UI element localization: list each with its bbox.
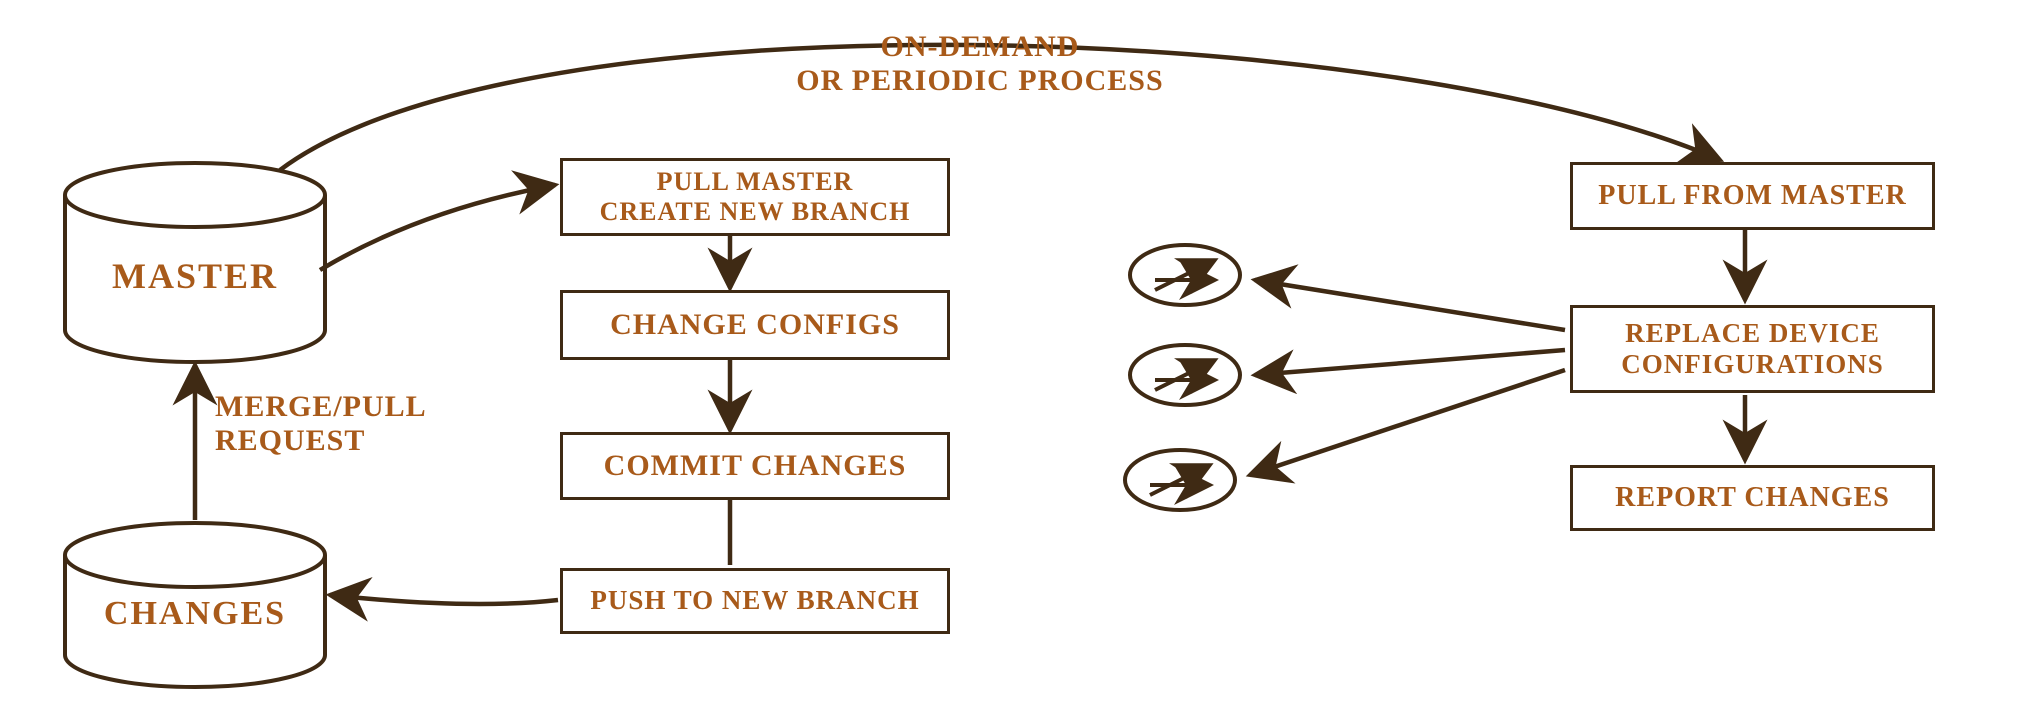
device-icon [1130, 245, 1240, 305]
device-icon [1130, 345, 1240, 405]
merge-pull-label: MERGE/PULL REQUEST [215, 390, 427, 458]
step-pull-from-master: PULL FROM MASTER [1570, 162, 1935, 230]
master-db-label: MASTER [70, 255, 320, 297]
changes-db-label: CHANGES [70, 595, 320, 633]
process-label: ON-DEMAND OR PERIODIC PROCESS [740, 30, 1220, 98]
step-commit-changes: COMMIT CHANGES [560, 432, 950, 500]
step-replace-device-config: REPLACE DEVICE CONFIGURATIONS [1570, 305, 1935, 393]
step-report-changes: REPORT CHANGES [1570, 465, 1935, 531]
step-pull-master: PULL MASTER CREATE NEW BRANCH [560, 158, 950, 236]
step-push-branch: PUSH TO NEW BRANCH [560, 568, 950, 634]
device-icon [1125, 450, 1235, 510]
step-change-configs: CHANGE CONFIGS [560, 290, 950, 360]
